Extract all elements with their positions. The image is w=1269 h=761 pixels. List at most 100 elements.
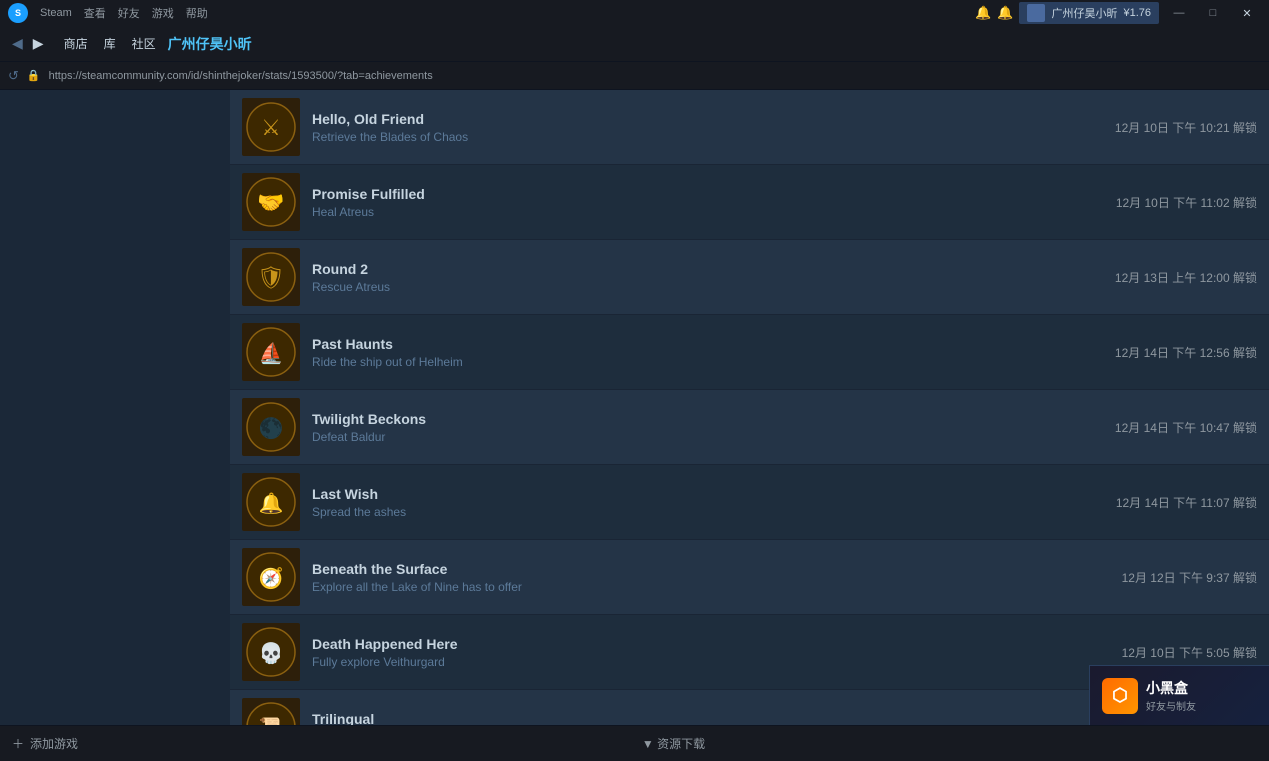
achievement-info: Last WishSpread the ashes xyxy=(312,486,1104,519)
nav-arrows: ◀ ▶ xyxy=(8,33,48,54)
refresh-icon[interactable]: ↺ xyxy=(8,68,19,84)
achievement-icon: 🌑 xyxy=(242,398,300,456)
achievement-info: Promise Fulfilled Heal Atreus xyxy=(312,186,1104,219)
achievement-row: ⚔ Hello, Old Friend Retrieve the Blades o… xyxy=(230,90,1269,165)
achievement-title: Hello, Old Friend xyxy=(312,111,1103,127)
achievement-info: Twilight Beckons Defeat Baldur xyxy=(312,411,1103,444)
url-bar[interactable]: https://steamcommunity.com/id/shinthejok… xyxy=(49,70,433,82)
addressbar: ↺ 🔒 https://steamcommunity.com/id/shinth… xyxy=(0,62,1269,90)
nav-community[interactable]: 社区 xyxy=(132,35,156,52)
download-label: ▼ 资源下载 xyxy=(642,735,705,752)
menu-item-games[interactable]: 游戏 xyxy=(152,5,174,21)
plus-icon: ＋ xyxy=(12,735,24,752)
add-game-button[interactable]: ＋ 添加游戏 xyxy=(12,735,78,752)
achievement-date: 12月 10日 下午 5:05 解锁 xyxy=(1122,644,1257,661)
titlebar: S Steam 查看 好友 游戏 帮助 🔔 🔔 广州仔昊小昕 ¥1.76 — □… xyxy=(0,0,1269,26)
achievement-date: 12月 10日 下午 11:02 解锁 xyxy=(1116,194,1257,211)
achievement-row: 🔔 Last WishSpread the ashes12月 14日 下午 11… xyxy=(230,465,1269,540)
nav-store[interactable]: 商店 xyxy=(64,35,88,52)
menu-item-friends[interactable]: 好友 xyxy=(118,5,140,21)
user-info[interactable]: 广州仔昊小昕 ¥1.76 xyxy=(1019,2,1159,24)
achievement-title: Beneath the Surface xyxy=(312,561,1110,577)
achievement-title: Death Happened Here xyxy=(312,636,1110,652)
close-button[interactable]: ✕ xyxy=(1233,4,1261,22)
user-balance: ¥1.76 xyxy=(1123,7,1151,19)
user-avatar xyxy=(1027,4,1045,22)
titlebar-left: S Steam 查看 好友 游戏 帮助 xyxy=(8,3,208,23)
achievement-title: Trilingual xyxy=(312,711,1103,726)
achievement-desc: Heal Atreus xyxy=(312,205,1104,219)
achievement-date: 12月 14日 下午 11:07 解锁 xyxy=(1116,494,1257,511)
xiaoheihe-widget[interactable]: ⬡ 小黑盒 好友与制友 xyxy=(1089,665,1269,725)
steam-logo-icon: S xyxy=(8,3,28,23)
achievement-row: 🌑 Twilight Beckons Defeat Baldur 12月 14日 下… xyxy=(230,390,1269,465)
minimize-button[interactable]: — xyxy=(1165,4,1193,22)
download-button[interactable]: ▼ 资源下载 xyxy=(642,735,705,752)
achievement-date: 12月 12日 下午 9:37 解锁 xyxy=(1122,569,1257,586)
forward-arrow-icon[interactable]: ▶ xyxy=(29,33,48,54)
achievement-desc: Defeat Baldur xyxy=(312,430,1103,444)
achievement-info: Hello, Old Friend Retrieve the Blades of … xyxy=(312,111,1103,144)
achievement-title: Last Wish xyxy=(312,486,1104,502)
achievement-desc: Explore all the Lake of Nine has to offe… xyxy=(312,580,1110,594)
back-arrow-icon[interactable]: ◀ xyxy=(8,33,27,54)
achievements-list: ⚔ Hello, Old Friend Retrieve the Blades o… xyxy=(230,90,1269,725)
achievement-title: Twilight Beckons xyxy=(312,411,1103,427)
achievement-row: 🧭 Beneath the Surface Explore all the Lak… xyxy=(230,540,1269,615)
achievement-info: Past Haunts Ride the ship out of Helheim xyxy=(312,336,1103,369)
nav-links: 商店 库 社区 xyxy=(64,35,156,52)
sidebar xyxy=(0,90,230,725)
achievement-row: ⛵ Past Haunts Ride the ship out of Helhei… xyxy=(230,315,1269,390)
achievement-icon: ⛵ xyxy=(242,323,300,381)
navbar: ◀ ▶ 商店 库 社区 广州仔昊小昕 xyxy=(0,26,1269,62)
bottombar: ＋ 添加游戏 ▼ 资源下载 xyxy=(0,725,1269,761)
svg-text:⛵: ⛵ xyxy=(259,341,284,365)
svg-text:🧭: 🧭 xyxy=(259,566,284,590)
add-game-label: 添加游戏 xyxy=(30,735,78,752)
user-name: 广州仔昊小昕 xyxy=(1051,5,1117,21)
achievement-date: 12月 13日 上午 12:00 解锁 xyxy=(1115,269,1257,286)
nav-user-link[interactable]: 广州仔昊小昕 xyxy=(168,34,252,54)
achievement-icon: 🧭 xyxy=(242,548,300,606)
achievement-icon: 📜 xyxy=(242,698,300,725)
speaker-icon[interactable]: 🔔 xyxy=(975,5,991,21)
achievement-date: 12月 14日 下午 12:56 解锁 xyxy=(1115,344,1257,361)
svg-text:📜: 📜 xyxy=(259,717,284,725)
svg-text:🤝: 🤝 xyxy=(257,190,284,215)
menu-item-view[interactable]: 查看 xyxy=(84,5,106,21)
menu-item-steam[interactable]: Steam xyxy=(40,7,72,19)
main-content: ⚔ Hello, Old Friend Retrieve the Blades o… xyxy=(0,90,1269,725)
svg-text:🌑: 🌑 xyxy=(259,416,284,440)
titlebar-right: 🔔 🔔 广州仔昊小昕 ¥1.76 — □ ✕ xyxy=(975,2,1261,24)
achievement-icon: ⚔ xyxy=(242,98,300,156)
svg-text:💀: 💀 xyxy=(259,641,284,665)
xiaoheihe-subtitle: 好友与制友 xyxy=(1146,698,1196,713)
achievement-info: Death Happened Here Fully explore Veithur… xyxy=(312,636,1110,669)
achievement-info: TrilingualLearn the languages of Muspelh… xyxy=(312,711,1103,726)
achievement-desc: Rescue Atreus xyxy=(312,280,1103,294)
achievement-title: Past Haunts xyxy=(312,336,1103,352)
svg-text:⚔: ⚔ xyxy=(261,115,281,140)
xiaoheihe-info: 小黑盒 好友与制友 xyxy=(1146,678,1196,713)
achievement-info: Round 2Rescue Atreus xyxy=(312,261,1103,294)
achievement-icon: 🛡 xyxy=(242,248,300,306)
nav-library[interactable]: 库 xyxy=(104,35,116,52)
svg-text:🛡: 🛡 xyxy=(257,265,285,290)
lock-icon: 🔒 xyxy=(27,69,41,82)
maximize-button[interactable]: □ xyxy=(1199,4,1227,22)
bell-icon[interactable]: 🔔 xyxy=(997,5,1013,21)
achievement-desc: Fully explore Veithurgard xyxy=(312,655,1110,669)
xiaoheihe-name: 小黑盒 xyxy=(1146,678,1196,698)
achievement-date: 12月 10日 下午 10:21 解锁 xyxy=(1115,119,1257,136)
achievement-icon: 🤝 xyxy=(242,173,300,231)
menu-item-help[interactable]: 帮助 xyxy=(186,5,208,21)
achievement-info: Beneath the Surface Explore all the Lake … xyxy=(312,561,1110,594)
achievement-title: Promise Fulfilled xyxy=(312,186,1104,202)
xiaoheihe-logo-icon: ⬡ xyxy=(1102,678,1138,714)
achievement-date: 12月 14日 下午 10:47 解锁 xyxy=(1115,419,1257,436)
achievement-row: 🤝 Promise Fulfilled Heal Atreus 12月 10日 下午… xyxy=(230,165,1269,240)
achievement-icon: 💀 xyxy=(242,623,300,681)
achievement-desc: Ride the ship out of Helheim xyxy=(312,355,1103,369)
achievement-desc: Retrieve the Blades of Chaos xyxy=(312,130,1103,144)
achievement-row: 🛡 Round 2Rescue Atreus 12月 13日 上午 12:00 解… xyxy=(230,240,1269,315)
